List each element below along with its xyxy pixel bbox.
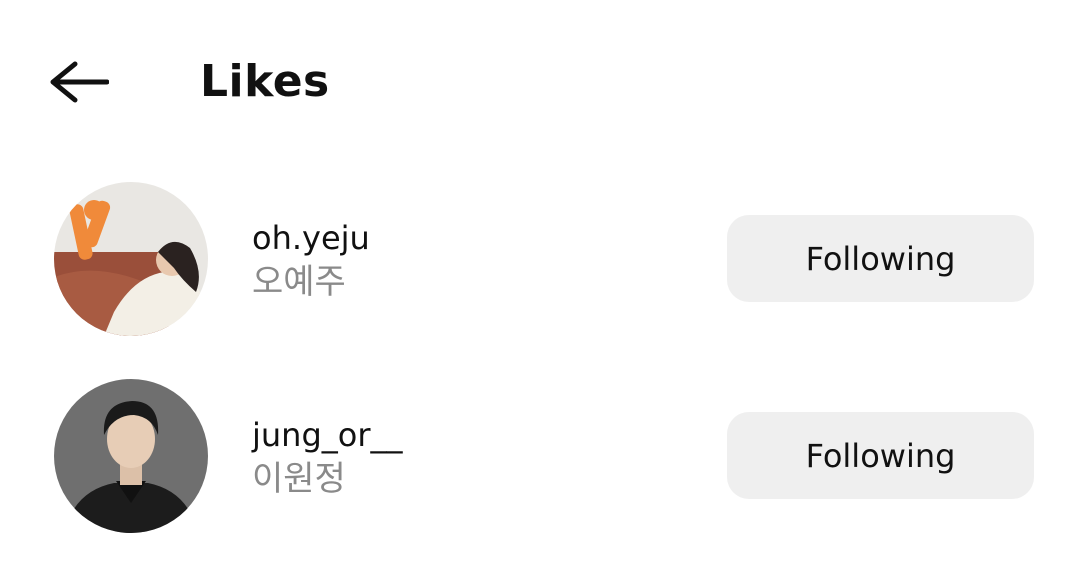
avatar[interactable] — [54, 182, 208, 336]
list-item: oh.yeju 오예주 Following — [0, 180, 1080, 340]
username[interactable]: oh.yeju — [252, 218, 370, 258]
header: Likes — [0, 0, 1080, 165]
arrow-left-icon — [45, 58, 110, 110]
avatar[interactable] — [54, 379, 208, 533]
following-button[interactable]: Following — [727, 215, 1034, 302]
user-names: jung_or__ 이원정 — [252, 415, 403, 501]
following-button[interactable]: Following — [727, 412, 1034, 499]
page-title: Likes — [200, 56, 330, 107]
full-name: 이원정 — [252, 459, 346, 499]
username[interactable]: jung_or__ — [252, 415, 403, 455]
full-name: 오예주 — [252, 262, 346, 302]
back-button[interactable] — [40, 52, 114, 116]
list-item: jung_or__ 이원정 Following — [0, 377, 1080, 537]
user-names: oh.yeju 오예주 — [252, 218, 370, 304]
